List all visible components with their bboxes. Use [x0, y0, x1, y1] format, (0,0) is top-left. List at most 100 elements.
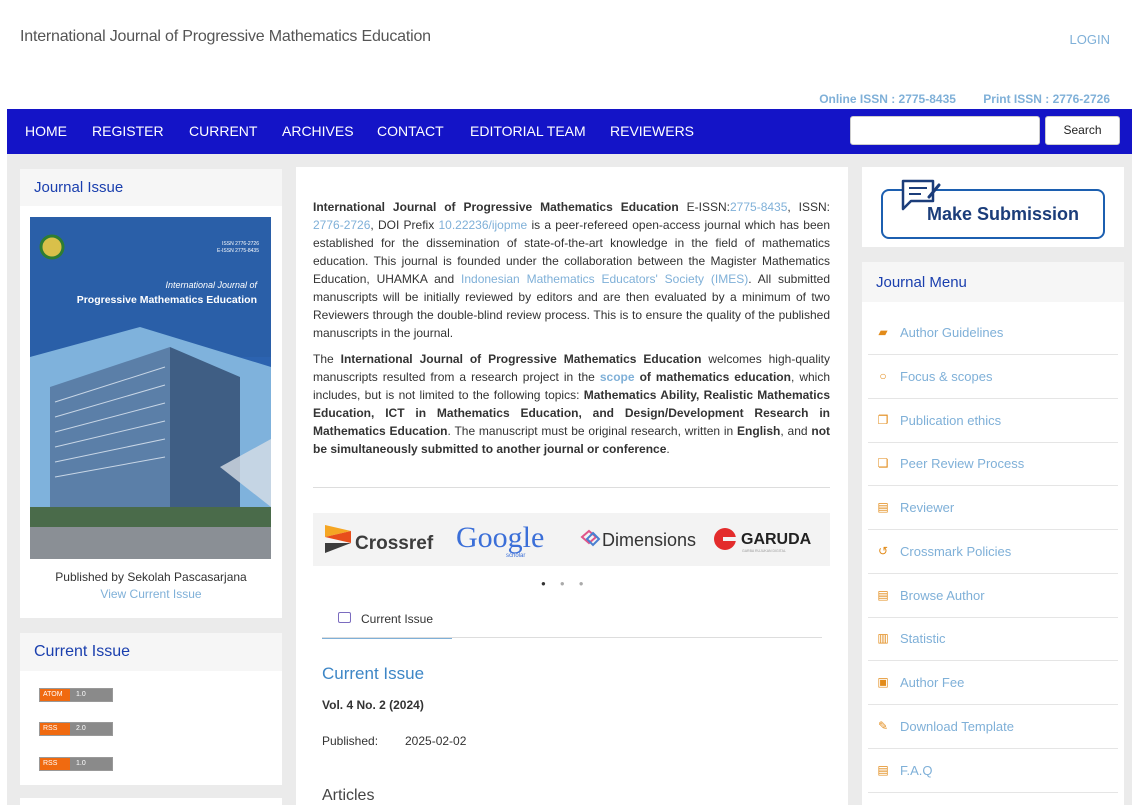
- menu-label: Browse Author: [900, 588, 985, 603]
- google-scholar-logo: Google scholar: [456, 521, 544, 559]
- scope-link[interactable]: scope: [600, 370, 635, 384]
- doi-link[interactable]: 10.22236/ijopme: [438, 218, 527, 232]
- menu-crossmark-policies[interactable]: ↺ Crossmark Policies: [868, 531, 1118, 574]
- garuda-subtext: GARBA RUJUKAN DIGITAL: [742, 549, 786, 553]
- intro-text: , and: [780, 424, 812, 438]
- menu-label: Statistic: [900, 631, 946, 646]
- file-text-icon: ▤: [877, 763, 889, 777]
- eissn-label: E-ISSN:: [678, 200, 730, 214]
- eissn-link[interactable]: 2775-8435: [730, 200, 787, 214]
- intro-bold: of mathematics education: [634, 370, 791, 384]
- feed-version: 1.0: [70, 689, 112, 701]
- intro-bold: English: [737, 424, 781, 438]
- intro-text: .: [666, 442, 670, 456]
- rss1-feed-badge[interactable]: RSS 1.0: [39, 757, 113, 771]
- main-content: International Journal of Progressive Mat…: [296, 167, 848, 807]
- calendar-icon: [338, 612, 351, 623]
- file-text-icon: ▤: [877, 588, 889, 602]
- make-submission-button[interactable]: Make Submission: [881, 179, 1105, 239]
- login-link[interactable]: LOGIN: [1070, 32, 1110, 47]
- cover-illustration: ISSN 2776-2726 E-ISSN 2775-8435 Internat…: [30, 217, 271, 559]
- clipboard-icon: ❏: [877, 456, 889, 470]
- online-issn: Online ISSN : 2775-8435: [819, 92, 956, 106]
- menu-label: Peer Review Process: [900, 456, 1025, 471]
- current-issue-panel: Current Issue ATOM 1.0 RSS 2.0 RSS 1.0: [20, 633, 282, 785]
- nav-archives[interactable]: ARCHIVES: [282, 123, 354, 139]
- menu-author-fee[interactable]: ▣ Author Fee: [868, 662, 1118, 705]
- main-navbar: HOME REGISTER CURRENT ARCHIVES CONTACT E…: [7, 109, 1132, 154]
- google-text: Google: [456, 521, 544, 554]
- nav-register[interactable]: REGISTER: [92, 123, 164, 139]
- menu-statistic[interactable]: ▥ Statistic: [868, 618, 1118, 661]
- menu-publication-ethics[interactable]: ❐ Publication ethics: [868, 400, 1118, 443]
- view-current-issue-link[interactable]: View Current Issue: [20, 587, 282, 601]
- bar-chart-icon: ▥: [877, 631, 889, 645]
- menu-faq[interactable]: ▤ F.A.Q: [868, 750, 1118, 793]
- menu-label: Author Fee: [900, 675, 965, 690]
- issue-volume-link[interactable]: Vol. 4 No. 2 (2024): [322, 698, 424, 712]
- tab-label: Current Issue: [361, 612, 434, 626]
- tab-current-issue[interactable]: Current Issue: [322, 606, 452, 639]
- menu-reviewer[interactable]: ▤ Reviewer: [868, 487, 1118, 530]
- menu-browse-author[interactable]: ▤ Browse Author: [868, 575, 1118, 618]
- journal-menu-panel: Journal Menu ▰ Author Guidelines ○ Focus…: [862, 262, 1124, 805]
- published-by: Published by Sekolah Pascasarjana: [55, 570, 247, 584]
- carousel-indicators[interactable]: ●●●: [541, 579, 598, 588]
- print-issn: Print ISSN : 2776-2726: [983, 92, 1110, 106]
- circle-icon: ○: [879, 369, 887, 383]
- nav-contact[interactable]: CONTACT: [377, 123, 444, 139]
- journal-cover-image[interactable]: ISSN 2776-2726 E-ISSN 2775-8435 Internat…: [30, 217, 271, 559]
- nav-home[interactable]: HOME: [25, 123, 67, 139]
- menu-label: Author Guidelines: [900, 325, 1004, 340]
- articles-heading: Articles: [322, 787, 375, 804]
- menu-download-template[interactable]: ✎ Download Template: [868, 706, 1118, 749]
- edit-icon: ✎: [877, 719, 889, 733]
- left-next-panel: [20, 798, 282, 808]
- menu-author-guidelines[interactable]: ▰ Author Guidelines: [868, 312, 1118, 355]
- intro-paragraph-1: International Journal of Progressive Mat…: [313, 198, 830, 342]
- journal-issue-title: Journal Issue: [20, 169, 282, 206]
- search-button[interactable]: Search: [1045, 116, 1120, 145]
- intro-text: The: [313, 352, 341, 366]
- journal-introduction: International Journal of Progressive Mat…: [313, 198, 830, 466]
- journal-issue-panel: Journal Issue ISSN 2776-2726 E-ISSN 2775…: [20, 169, 282, 618]
- make-submission-text: Make Submission: [927, 204, 1080, 224]
- journal-name: International Journal of Progressive Mat…: [340, 352, 702, 366]
- doi-label: , DOI Prefix: [370, 218, 439, 232]
- issn-label: , ISSN:: [787, 200, 830, 214]
- search-input[interactable]: [850, 116, 1040, 145]
- cover-title-2: Progressive Mathematics Education: [77, 294, 257, 306]
- copy-icon: ❐: [877, 413, 889, 427]
- feed-type: RSS: [40, 723, 70, 735]
- dimensions-text: Dimensions: [602, 530, 696, 550]
- menu-label: Reviewer: [900, 500, 955, 515]
- carousel-dot[interactable]: ●: [560, 579, 579, 588]
- intro-text: . The manuscript must be original resear…: [447, 424, 738, 438]
- carousel-dot[interactable]: ●: [579, 579, 598, 588]
- carousel-dot-active[interactable]: ●: [541, 579, 560, 588]
- atom-feed-badge[interactable]: ATOM 1.0: [39, 688, 113, 702]
- site-title: International Journal of Progressive Mat…: [20, 28, 431, 45]
- garuda-logo: GARUDA GARBA RUJUKAN DIGITAL: [714, 528, 812, 553]
- indexing-logo-carousel[interactable]: Crossref Google scholar Dimensions GARUD…: [313, 513, 830, 566]
- published-label: Published:: [322, 734, 379, 748]
- feed-type: RSS: [40, 758, 70, 770]
- published-date: 2025-02-02: [405, 734, 467, 748]
- issn-link[interactable]: 2776-2726: [313, 218, 370, 232]
- menu-peer-review-process[interactable]: ❏ Peer Review Process: [868, 443, 1118, 486]
- menu-focus-scopes[interactable]: ○ Focus & scopes: [868, 356, 1118, 399]
- nav-reviewers[interactable]: REVIEWERS: [610, 123, 694, 139]
- nav-current[interactable]: CURRENT: [189, 123, 257, 139]
- dimensions-logo: Dimensions: [580, 529, 696, 550]
- rss2-feed-badge[interactable]: RSS 2.0: [39, 722, 113, 736]
- journal-name: International Journal of Progressive Mat…: [313, 200, 679, 214]
- crossref-text: Crossref: [355, 533, 434, 554]
- nav-editorial-team[interactable]: EDITORIAL TEAM: [470, 123, 586, 139]
- menu-label: Focus & scopes: [900, 369, 993, 384]
- menu-label: Crossmark Policies: [900, 544, 1012, 559]
- history-icon: ↺: [877, 544, 889, 558]
- issn-info: Online ISSN : 2775-8435 Print ISSN : 277…: [795, 92, 1110, 106]
- intro-paragraph-2: The International Journal of Progressive…: [313, 350, 830, 458]
- imes-link[interactable]: Indonesian Mathematics Educators' Societ…: [461, 272, 748, 286]
- book-icon: ▰: [878, 325, 888, 339]
